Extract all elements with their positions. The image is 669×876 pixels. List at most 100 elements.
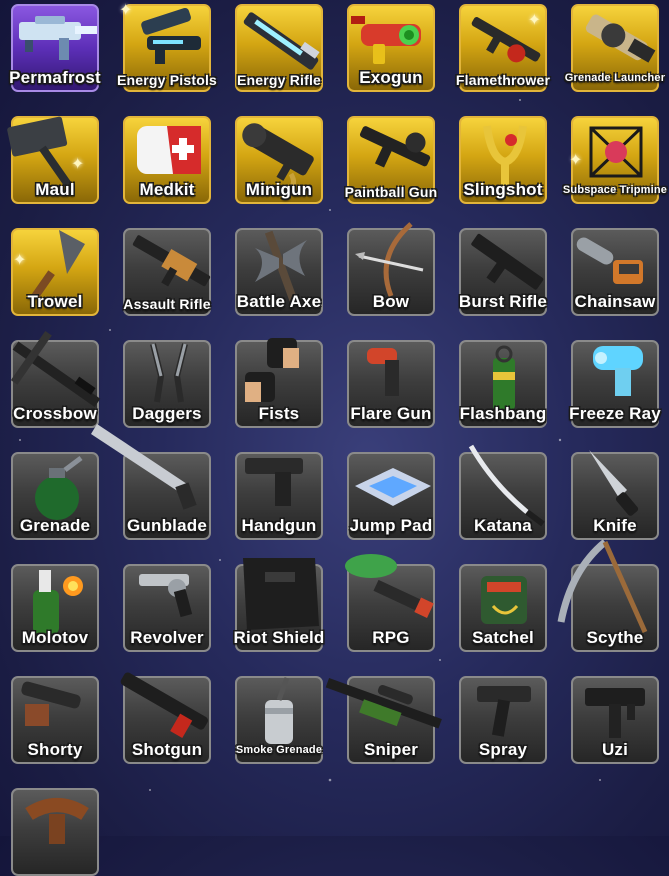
item-label: Trowel [27, 292, 83, 311]
item-tile-paintball-gun[interactable]: Paintball Gun [345, 116, 437, 204]
slingshot-wood-icon [25, 798, 89, 844]
item-tile-trowel[interactable]: ✦ Trowel [11, 228, 99, 316]
item-label: Assault Rifle [123, 296, 211, 312]
item-tile-handgun[interactable]: Handgun [235, 452, 323, 540]
item-label: Medkit [139, 180, 195, 199]
item-tile-flare-gun[interactable]: Flare Gun [347, 340, 435, 428]
item-tile-flamethrower[interactable]: ✦ Flamethrower [456, 4, 550, 92]
item-tile-maul[interactable]: ✦ Maul [7, 116, 99, 204]
item-label: Handgun [241, 516, 317, 535]
item-label: Freeze Ray [569, 404, 661, 423]
freeze-ray-icon [593, 346, 643, 396]
daggers-icon [150, 343, 188, 403]
item-label: Burst Rifle [458, 292, 548, 311]
knife-icon [589, 450, 639, 516]
item-label: Smoke Grenade [235, 744, 323, 756]
item-tile-satchel[interactable]: Satchel [459, 564, 547, 652]
item-tile-scythe[interactable]: Scythe [557, 539, 659, 652]
item-tile-sniper[interactable]: Sniper [325, 676, 442, 764]
item-tile-subspace-tripmine[interactable]: ✦ Subspace Tripmine [563, 116, 667, 204]
item-label: Exogun [359, 68, 423, 87]
item-label: Spray [478, 740, 528, 759]
item-tile-freeze-ray[interactable]: Freeze Ray [569, 340, 661, 428]
handgun-icon [245, 458, 303, 506]
item-tile-flashbang[interactable]: Flashbang [459, 340, 547, 428]
item-tile-exogun[interactable]: Exogun [347, 4, 435, 92]
sparkle-icon: ✦ [569, 152, 583, 169]
item-tile-bow[interactable]: Bow [347, 222, 435, 316]
item-tile-slingshot[interactable]: Slingshot [459, 116, 547, 204]
grenade-launcher-icon [585, 14, 656, 63]
item-label: Riot Shield [233, 628, 325, 647]
sparkle-icon: ✦ [119, 2, 133, 19]
item-tile-shorty[interactable]: Shorty [11, 676, 99, 764]
item-label: Revolver [130, 628, 204, 647]
item-label: Slingshot [463, 180, 543, 199]
item-label: Crossbow [13, 404, 97, 423]
fists-icon [245, 338, 299, 402]
riot-shield-icon [243, 558, 319, 630]
exogun-icon [351, 16, 421, 64]
sniper-icon [325, 678, 442, 729]
item-tile-shotgun[interactable]: Shotgun [120, 672, 211, 764]
item-tile-assault-rifle[interactable]: Assault Rifle [123, 228, 211, 316]
item-label: Shorty [27, 740, 83, 759]
item-label: Jump Pad [349, 516, 433, 535]
item-label: Katana [474, 516, 532, 535]
item-tile-permafrost[interactable]: Permafrost [9, 4, 101, 92]
uzi-icon [585, 688, 645, 738]
burst-rifle-icon [471, 233, 544, 290]
chainsaw-icon [576, 237, 643, 284]
energy-rifle-icon [243, 12, 320, 70]
item-label: Flare Gun [350, 404, 432, 423]
item-tile-battle-axe[interactable]: Battle Axe [235, 228, 323, 316]
item-label: Subspace Tripmine [562, 184, 668, 196]
item-label: Battle Axe [236, 292, 322, 311]
grenade-icon [35, 456, 83, 520]
item-label: Flashbang [459, 404, 547, 423]
item-tile-chainsaw[interactable]: Chainsaw [571, 228, 659, 316]
item-label: Bow [372, 292, 410, 311]
item-tile-uzi[interactable]: Uzi [571, 676, 659, 764]
item-tile-daggers[interactable]: Daggers [123, 340, 211, 428]
item-label: Sniper [363, 740, 419, 759]
item-label: Fists [258, 404, 300, 423]
item-tile-knife[interactable]: Knife [571, 450, 659, 540]
item-tile-burst-rifle[interactable]: Burst Rifle [459, 228, 547, 316]
item-tile-spray[interactable]: Spray [459, 676, 547, 764]
item-tile-gunblade[interactable]: Gunblade [91, 424, 211, 540]
item-tile-grenade-launcher[interactable]: Grenade Launcher [565, 4, 665, 92]
item-tile-slingshot-wood[interactable] [11, 788, 99, 876]
sparkle-icon: ✦ [527, 12, 541, 29]
item-tile-energy-rifle[interactable]: Energy Rifle [235, 4, 323, 92]
item-tile-medkit[interactable]: Medkit [123, 116, 211, 204]
item-tile-energy-pistols[interactable]: ✦ Energy Pistols [117, 2, 217, 92]
revolver-icon [139, 574, 193, 618]
crossbow-icon [10, 330, 101, 407]
flashbang-icon [493, 345, 515, 410]
item-tile-crossbow[interactable]: Crossbow [10, 330, 101, 428]
item-label: Shotgun [131, 740, 203, 759]
item-tile-katana[interactable]: Katana [459, 444, 547, 540]
item-label: Satchel [472, 628, 534, 647]
sparkle-icon: ✦ [71, 156, 85, 173]
item-tile-rpg[interactable]: RPG [345, 554, 435, 652]
permafrost-gun-icon [19, 16, 97, 60]
item-label: Uzi [601, 740, 629, 759]
item-tile-grenade[interactable]: Grenade [11, 452, 99, 540]
item-label: Grenade Launcher [564, 72, 666, 84]
item-tile-smoke-grenade[interactable]: Smoke Grenade [235, 676, 323, 764]
item-tile-minigun[interactable]: Minigun [235, 116, 323, 204]
item-tile-jump-pad[interactable]: Jump Pad [347, 452, 435, 540]
shotgun-icon [120, 672, 208, 738]
smoke-grenade-icon [265, 677, 293, 744]
satchel-icon [481, 576, 527, 624]
flare-gun-icon [367, 348, 399, 396]
item-tile-fists[interactable]: Fists [235, 338, 323, 428]
item-tile-molotov[interactable]: Molotov [11, 564, 99, 652]
item-label: Knife [593, 516, 637, 535]
scythe-icon [557, 539, 648, 634]
item-tile-revolver[interactable]: Revolver [123, 564, 211, 652]
katana-icon [468, 444, 545, 527]
item-tile-riot-shield[interactable]: Riot Shield [234, 558, 324, 652]
